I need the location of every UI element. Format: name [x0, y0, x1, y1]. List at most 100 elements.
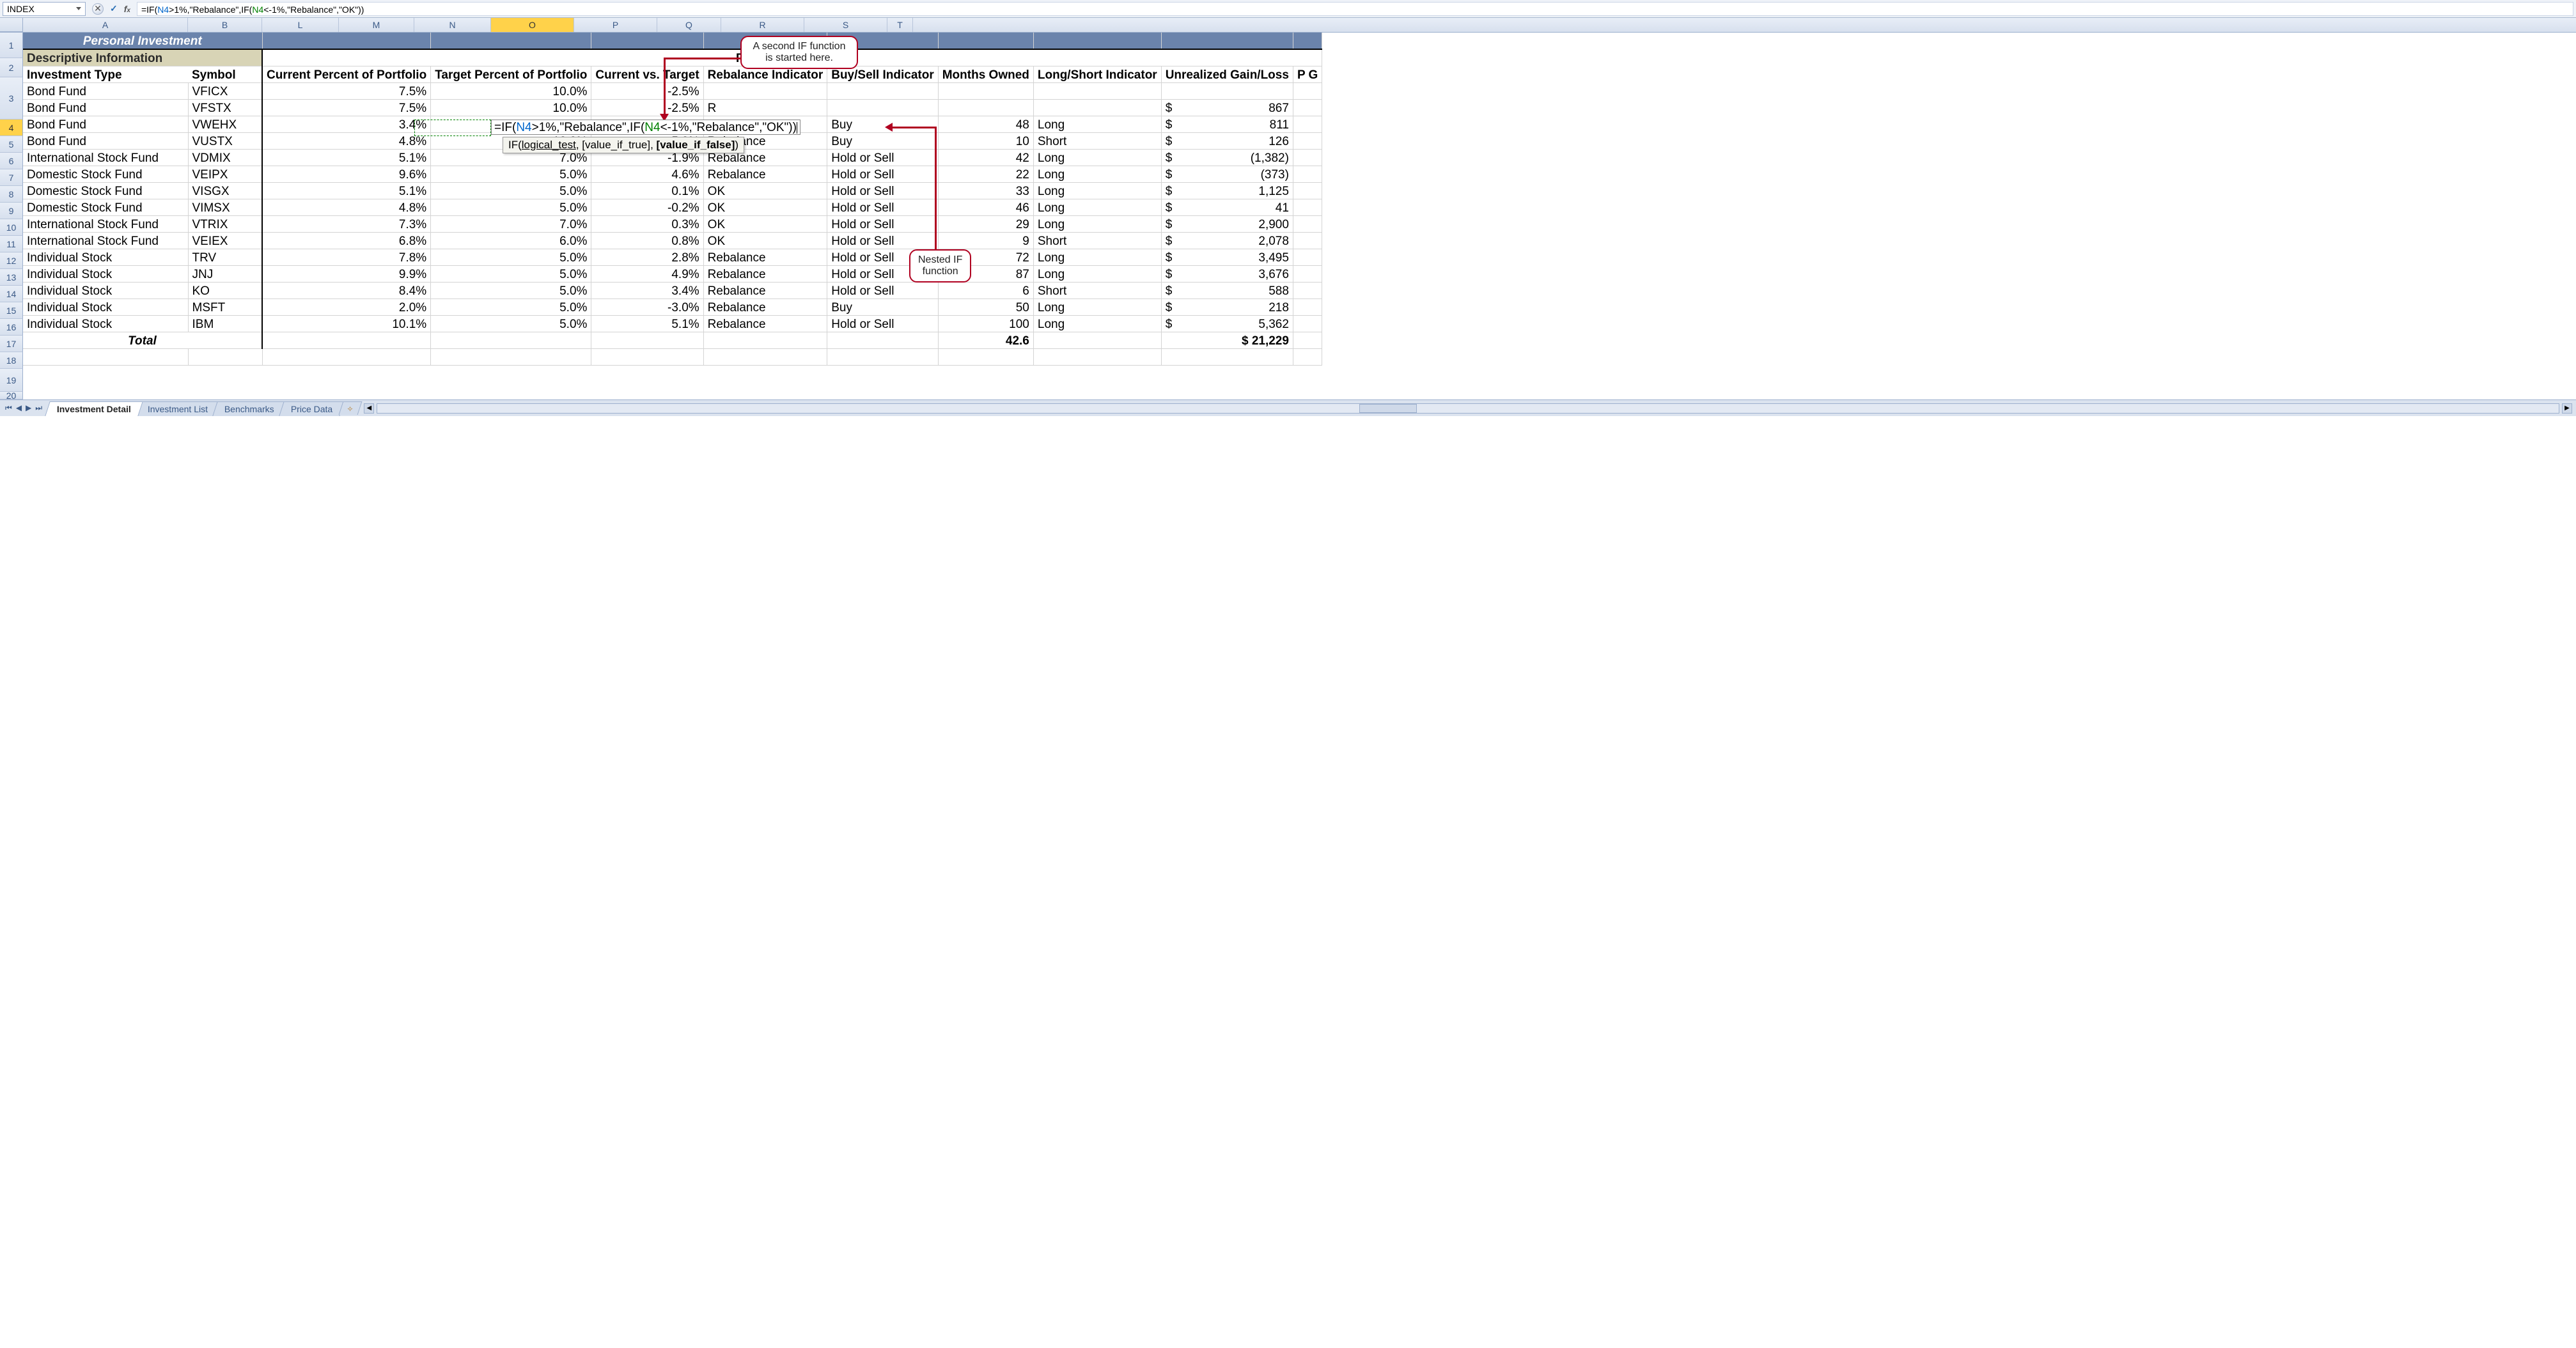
cell[interactable] [1293, 215, 1322, 232]
cell[interactable] [938, 82, 1033, 99]
cell[interactable]: Long [1033, 149, 1161, 166]
cell[interactable]: $2,900 [1161, 215, 1293, 232]
cell[interactable]: 5.0% [431, 182, 591, 199]
cell[interactable]: $3,676 [1161, 265, 1293, 282]
column-header-P[interactable]: P [574, 18, 657, 32]
sheet-tab[interactable]: Investment List [136, 401, 220, 416]
formula-input[interactable]: =IF(N4>1%,"Rebalance",IF(N4<-1%,"Rebalan… [137, 2, 2573, 16]
cell[interactable]: 6.0% [431, 232, 591, 249]
cells-area[interactable]: Personal Investment Descriptive Informat… [23, 33, 1322, 399]
cell[interactable]: 0.8% [591, 232, 703, 249]
cell[interactable]: 8.4% [262, 282, 431, 298]
cell[interactable] [1293, 116, 1322, 132]
cell[interactable]: $3,495 [1161, 249, 1293, 265]
cell[interactable]: Hold or Sell [827, 182, 938, 199]
row-header-8[interactable]: 8 [0, 186, 23, 203]
cell[interactable]: 4.8% [262, 199, 431, 215]
cell[interactable]: TRV [188, 249, 262, 265]
scroll-thumb[interactable] [1359, 404, 1417, 413]
cell[interactable]: VWEHX [188, 116, 262, 132]
cell[interactable]: Rebalance [703, 282, 827, 298]
cell[interactable]: VFSTX [188, 99, 262, 116]
cell[interactable] [1293, 149, 1322, 166]
cell[interactable]: -0.2% [591, 199, 703, 215]
cell[interactable]: 3.4% [262, 116, 431, 132]
cell[interactable]: Buy [827, 298, 938, 315]
nav-prev-icon[interactable]: ◀ [16, 403, 22, 413]
cell[interactable]: Individual Stock [23, 282, 188, 298]
cell[interactable]: MSFT [188, 298, 262, 315]
row-header-9[interactable]: 9 [0, 203, 23, 219]
cell[interactable]: 29 [938, 215, 1033, 232]
row-header-11[interactable]: 11 [0, 236, 23, 252]
cell[interactable]: 0.1% [591, 182, 703, 199]
cell[interactable]: 10.1% [262, 315, 431, 332]
cell[interactable]: $1,125 [1161, 182, 1293, 199]
cell[interactable]: Bond Fund [23, 116, 188, 132]
row-header-5[interactable]: 5 [0, 136, 23, 153]
column-header-L[interactable]: L [262, 18, 339, 32]
cell[interactable]: 22 [938, 166, 1033, 182]
cell[interactable]: $811 [1161, 116, 1293, 132]
cell[interactable]: $(373) [1161, 166, 1293, 182]
cell[interactable]: 7.3% [262, 215, 431, 232]
cell[interactable]: 4.6% [591, 166, 703, 182]
cell[interactable]: 7.5% [262, 99, 431, 116]
nav-last-icon[interactable]: ⏭ [35, 403, 42, 413]
cell[interactable]: OK [703, 215, 827, 232]
nav-next-icon[interactable]: ▶ [26, 403, 31, 413]
column-header-N[interactable]: N [414, 18, 491, 32]
cell[interactable]: $2,078 [1161, 232, 1293, 249]
cell[interactable]: 9.9% [262, 265, 431, 282]
cell[interactable]: $5,362 [1161, 315, 1293, 332]
cell[interactable]: 4.9% [591, 265, 703, 282]
row-header-17[interactable]: 17 [0, 336, 23, 352]
cell[interactable]: -2.5% [591, 99, 703, 116]
cell[interactable]: Long [1033, 199, 1161, 215]
cell[interactable]: 46 [938, 199, 1033, 215]
cell[interactable] [1293, 166, 1322, 182]
cell[interactable]: 10.0% [431, 99, 591, 116]
cell[interactable]: Short [1033, 232, 1161, 249]
sheet-tab[interactable]: Benchmarks [212, 401, 286, 416]
cell[interactable]: International Stock Fund [23, 215, 188, 232]
cell[interactable]: Short [1033, 132, 1161, 149]
column-header-T[interactable]: T [887, 18, 913, 32]
enter-icon[interactable]: ✓ [110, 3, 118, 14]
cell[interactable]: Long [1033, 265, 1161, 282]
sheet-tab[interactable]: Investment Detail [45, 401, 143, 416]
scroll-track[interactable] [377, 403, 2559, 414]
cell[interactable] [1033, 82, 1161, 99]
cell[interactable]: Hold or Sell [827, 282, 938, 298]
row-header-4[interactable]: 4 [0, 120, 23, 136]
cell[interactable]: 9.6% [262, 166, 431, 182]
column-header-O[interactable]: O [491, 18, 574, 32]
cell[interactable]: Individual Stock [23, 249, 188, 265]
cell[interactable]: -3.0% [591, 298, 703, 315]
cell[interactable]: Individual Stock [23, 315, 188, 332]
cell[interactable] [1293, 265, 1322, 282]
cell[interactable]: Rebalance [703, 298, 827, 315]
cell[interactable]: $41 [1161, 199, 1293, 215]
row-header-16[interactable]: 16 [0, 319, 23, 336]
cell[interactable]: 5.1% [591, 315, 703, 332]
cell[interactable] [1033, 99, 1161, 116]
cell[interactable]: 4.8% [262, 132, 431, 149]
row-header-13[interactable]: 13 [0, 269, 23, 286]
cell[interactable]: Short [1033, 282, 1161, 298]
cell[interactable]: $126 [1161, 132, 1293, 149]
cell-edit-overlay[interactable]: =IF(N4>1%,"Rebalance",IF(N4<-1%,"Rebalan… [491, 120, 800, 135]
cell[interactable]: 2.0% [262, 298, 431, 315]
cell[interactable]: 7.5% [262, 82, 431, 99]
cell[interactable]: Rebalance [703, 166, 827, 182]
cell[interactable] [1293, 182, 1322, 199]
row-header-12[interactable]: 12 [0, 252, 23, 269]
cell[interactable]: Long [1033, 166, 1161, 182]
cell[interactable]: 100 [938, 315, 1033, 332]
cell[interactable]: 5.0% [431, 199, 591, 215]
cell[interactable]: 5.1% [262, 149, 431, 166]
cell[interactable]: 2.8% [591, 249, 703, 265]
cell[interactable]: 5.0% [431, 315, 591, 332]
cell[interactable]: VFICX [188, 82, 262, 99]
cell[interactable]: 50 [938, 298, 1033, 315]
